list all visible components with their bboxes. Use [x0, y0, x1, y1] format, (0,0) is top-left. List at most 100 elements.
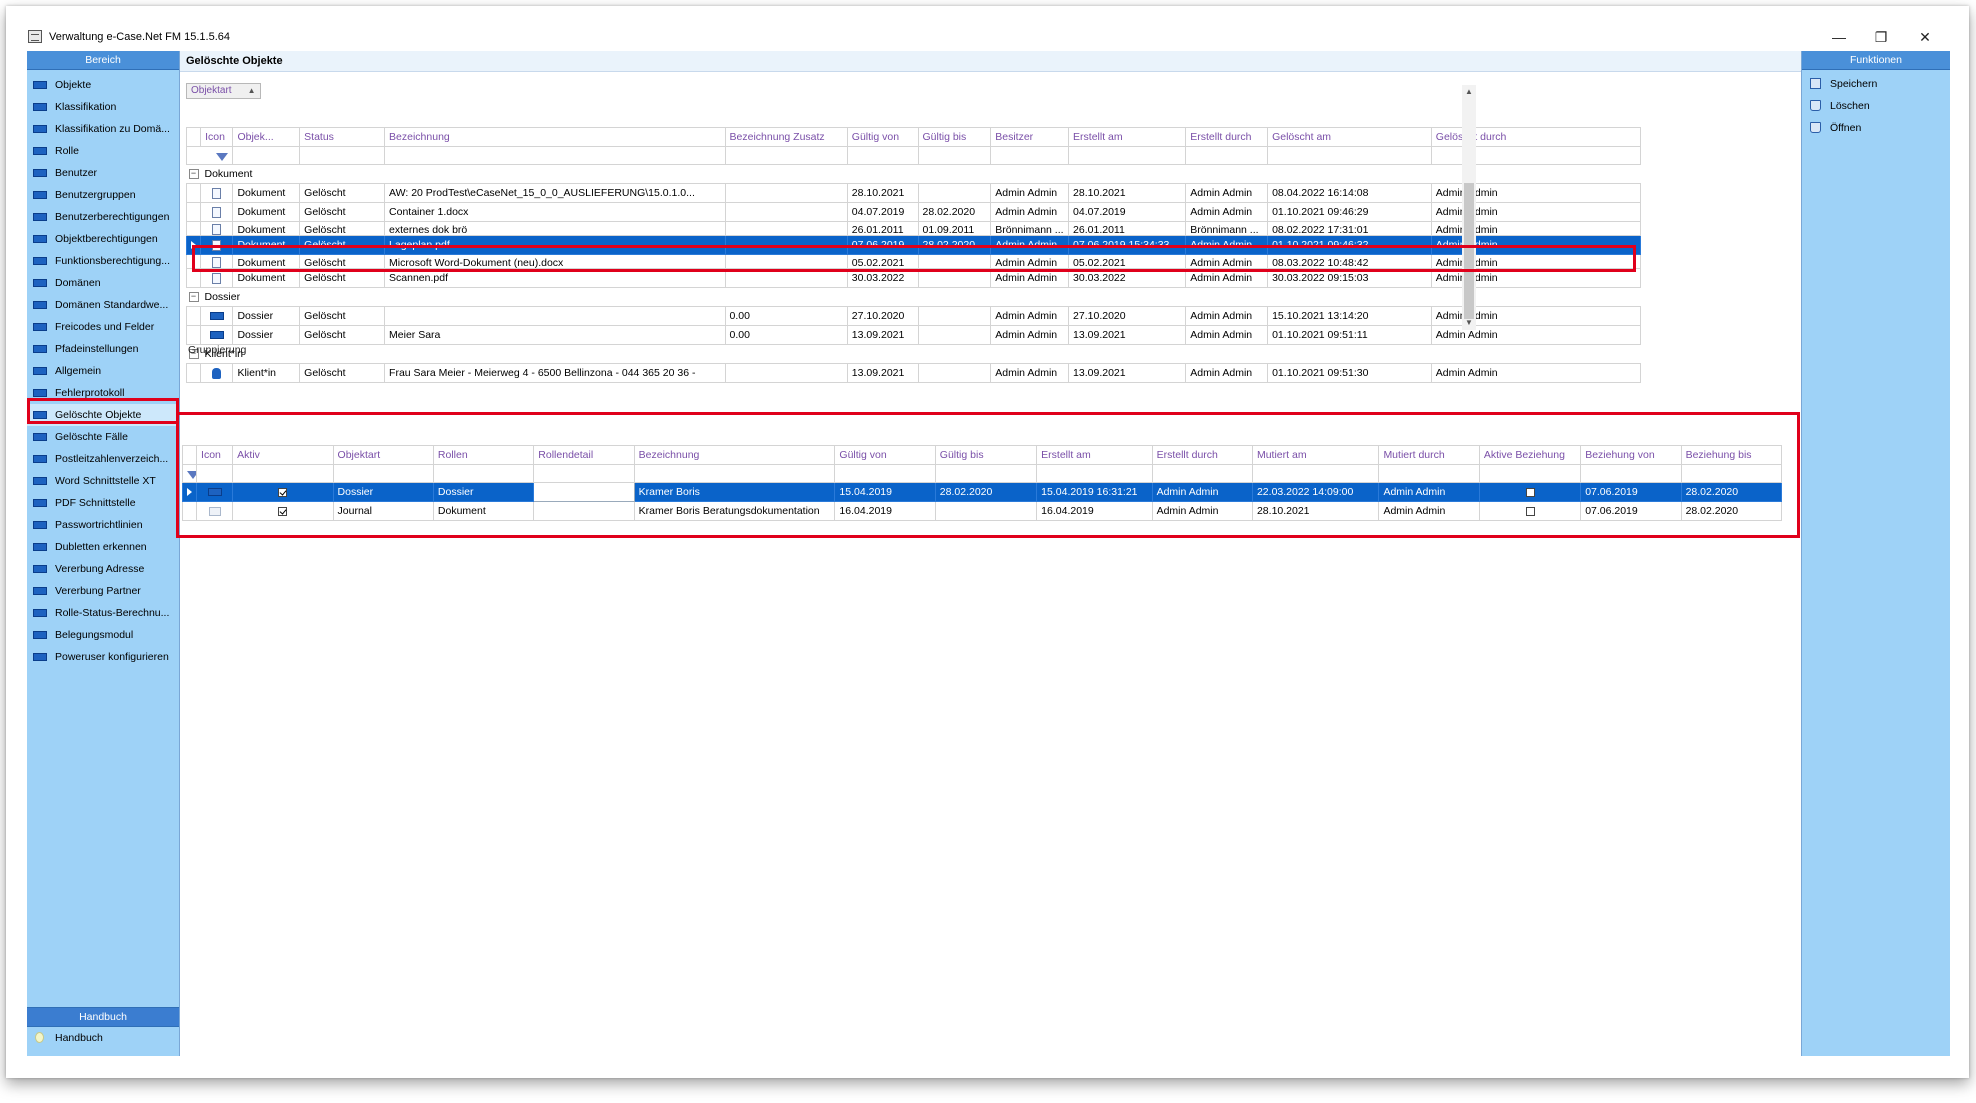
nav-item[interactable]: Dubletten erkennen — [27, 536, 179, 558]
close-button[interactable]: ✕ — [1905, 26, 1945, 48]
filter-cell[interactable] — [917, 146, 992, 165]
column-header[interactable]: Erstellt am — [1068, 127, 1187, 147]
restore-button[interactable]: ❐ — [1861, 26, 1901, 48]
column-header[interactable]: Gültig von — [846, 127, 919, 147]
filter-cell[interactable] — [1267, 146, 1432, 165]
row-indicator[interactable] — [185, 363, 202, 383]
nav-item[interactable]: Domänen Standardwe... — [27, 294, 179, 316]
filter-icon[interactable] — [216, 152, 229, 161]
nav-item[interactable]: Domänen — [27, 272, 179, 294]
row-indicator[interactable] — [181, 501, 198, 521]
rollendetail-input[interactable] — [533, 482, 635, 502]
filter-cell[interactable] — [181, 464, 198, 483]
aktiv-checkbox-cell[interactable] — [232, 482, 334, 502]
nav-item[interactable]: Fehlerprotokoll — [27, 382, 179, 404]
nav-item[interactable]: Pfadeinstellungen — [27, 338, 179, 360]
table-row[interactable]: Klient*in Gelöscht Frau Sara Meier - Meier… — [185, 363, 1642, 383]
nav-item[interactable]: Klassifikation zu Domä... — [27, 118, 179, 140]
nav-item[interactable]: Word Schnittstelle XT — [27, 470, 179, 492]
group-row[interactable]: − Dokument — [186, 164, 1641, 184]
nav-item[interactable]: Funktionsberechtigung... — [27, 250, 179, 272]
column-header[interactable]: Objek... — [232, 127, 301, 147]
table-row[interactable]: Dossier Gelöscht Meier Sara 0.00 13.09.2021 A… — [185, 325, 1642, 345]
scroll-up-arrow-icon[interactable]: ▲ — [1462, 85, 1476, 99]
aktiv-checkbox[interactable] — [278, 487, 288, 497]
table-row[interactable]: Dossier Dossier Kramer Boris 15.04.2019 28.0… — [181, 482, 1783, 502]
row-indicator[interactable] — [185, 221, 202, 236]
nav-item[interactable]: Freicodes und Felder — [27, 316, 179, 338]
filter-cell[interactable] — [934, 464, 1038, 483]
row-indicator[interactable] — [185, 183, 202, 203]
column-header[interactable]: Aktiv — [232, 445, 334, 465]
group-header-cell[interactable]: − Dossier — [186, 287, 1641, 307]
filter-cell[interactable] — [533, 464, 635, 483]
filter-cell[interactable] — [1580, 464, 1682, 483]
column-header[interactable]: Gültig bis — [917, 127, 992, 147]
delete-button[interactable]: Löschen — [1802, 95, 1950, 117]
handbuch-item[interactable]: Handbuch — [27, 1027, 179, 1049]
group-row[interactable]: − Dossier — [186, 287, 1641, 307]
column-header[interactable]: Besitzer — [990, 127, 1070, 147]
row-indicator[interactable] — [185, 235, 202, 255]
filter-cell[interactable] — [633, 464, 836, 483]
filter-cell[interactable] — [185, 146, 234, 165]
group-header-cell[interactable]: − Dokument — [186, 164, 1641, 184]
aktiv-checkbox[interactable] — [278, 506, 288, 516]
filter-cell[interactable] — [846, 146, 919, 165]
column-header[interactable]: Status — [299, 127, 386, 147]
scroll-down-arrow-icon[interactable]: ▼ — [1462, 316, 1476, 330]
table-row[interactable]: Dokument Gelöscht AW: 20 ProdTest\eCaseNet… — [185, 183, 1642, 203]
scroll-thumb[interactable] — [1464, 183, 1474, 319]
nav-item[interactable]: PDF Schnittstelle — [27, 492, 179, 514]
column-header[interactable]: Erstellt durch — [1185, 127, 1269, 147]
column-header[interactable]: Gültig bis — [934, 445, 1038, 465]
nav-item[interactable]: Rolle-Status-Berechnu... — [27, 602, 179, 624]
filter-cell[interactable] — [1478, 464, 1582, 483]
nav-item[interactable]: Vererbung Partner — [27, 580, 179, 602]
column-header[interactable]: Beziehung von — [1580, 445, 1682, 465]
aktive-beziehung-checkbox[interactable] — [1525, 487, 1535, 497]
filter-cell[interactable] — [990, 146, 1070, 165]
table-row[interactable]: Dokument Gelöscht Lageplan.pdf 07.06.2019 28… — [185, 235, 1642, 255]
filter-cell[interactable] — [1185, 146, 1269, 165]
collapse-icon[interactable]: − — [188, 292, 199, 303]
column-header[interactable]: Objektart — [332, 445, 434, 465]
row-indicator[interactable] — [185, 254, 202, 269]
nav-item[interactable]: Klassifikation — [27, 96, 179, 118]
table-row[interactable]: Dossier Gelöscht 0.00 27.10.2020 Admin Admin… — [185, 306, 1642, 326]
group-row[interactable]: − Klient*in — [186, 344, 1641, 364]
column-header[interactable]: Aktive Beziehung — [1478, 445, 1582, 465]
table-row[interactable]: Dokument Gelöscht externes dok brö 26.01.20… — [185, 221, 1642, 236]
filter-cell[interactable] — [1151, 464, 1253, 483]
nav-item[interactable]: Vererbung Adresse — [27, 558, 179, 580]
table-row[interactable]: Journal Dokument Kramer Boris Beratungsdok… — [181, 501, 1783, 521]
nav-item[interactable]: Benutzer — [27, 162, 179, 184]
filter-cell[interactable] — [1068, 146, 1187, 165]
filter-cell[interactable] — [232, 464, 334, 483]
aktive-beziehung-cell[interactable] — [1478, 501, 1582, 521]
column-header[interactable]: Erstellt durch — [1151, 445, 1253, 465]
nav-item[interactable]: Gelöschte Objekte — [27, 404, 179, 426]
column-header[interactable]: Mutiert am — [1251, 445, 1380, 465]
filter-cell[interactable] — [196, 464, 234, 483]
nav-item[interactable]: Benutzergruppen — [27, 184, 179, 206]
column-header[interactable]: Icon — [196, 445, 234, 465]
minimize-button[interactable]: — — [1819, 26, 1859, 48]
nav-item[interactable]: Rolle — [27, 140, 179, 162]
column-header[interactable]: Rollendetail — [533, 445, 635, 465]
filter-cell[interactable] — [1378, 464, 1480, 483]
grid-scrollbar[interactable]: ▲ ▼ — [1462, 85, 1476, 330]
nav-item[interactable]: Postleitzahlenverzeich... — [27, 448, 179, 470]
aktive-beziehung-checkbox[interactable] — [1525, 506, 1535, 516]
filter-icon[interactable] — [187, 470, 196, 479]
filter-cell[interactable] — [299, 146, 386, 165]
filter-cell[interactable] — [332, 464, 434, 483]
row-indicator[interactable] — [185, 306, 202, 326]
aktive-beziehung-cell[interactable] — [1478, 482, 1582, 502]
column-header[interactable]: Rollen — [432, 445, 535, 465]
collapse-icon[interactable]: − — [188, 169, 199, 180]
nav-item[interactable]: Allgemein — [27, 360, 179, 382]
column-header[interactable]: Bezeichnung Zusatz — [724, 127, 848, 147]
save-button[interactable]: Speichern — [1802, 73, 1950, 95]
column-header[interactable]: Erstellt am — [1036, 445, 1153, 465]
